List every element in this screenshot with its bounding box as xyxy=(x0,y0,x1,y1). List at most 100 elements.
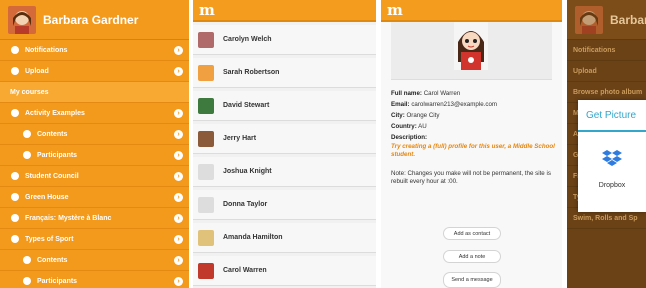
app-bar: m xyxy=(381,0,562,22)
participant-avatar xyxy=(198,163,214,180)
cloud-icon xyxy=(22,255,32,265)
city-line: City: Orange City xyxy=(391,112,556,119)
drawer-item[interactable]: Activity Examples › xyxy=(0,103,189,124)
email-line: Email: carolwarren213@example.com xyxy=(391,101,556,108)
add-contact-button[interactable]: Add as contact xyxy=(443,227,501,240)
drawer-item[interactable]: Upload › xyxy=(0,61,189,82)
drawer-item[interactable]: Contents › xyxy=(0,250,189,271)
dropbox-option-label[interactable]: Dropbox xyxy=(578,182,646,189)
city-label: City: xyxy=(391,112,405,119)
course-badge-icon xyxy=(10,213,20,223)
app-bar: m xyxy=(193,0,376,22)
participant-row[interactable]: Sarah Robertson xyxy=(193,58,376,88)
drawer-item[interactable]: Notifications › xyxy=(0,40,189,61)
drawer-user-name: Barbara Gardner xyxy=(43,12,139,27)
drawer-item-label: Types of Sport xyxy=(25,235,74,243)
user-avatar xyxy=(575,5,603,34)
full-name-value: Carol Warren xyxy=(423,90,461,97)
participant-name: Amanda Hamilton xyxy=(223,234,283,241)
dropbox-icon[interactable] xyxy=(601,148,623,170)
full-name-label: Full name: xyxy=(391,90,422,97)
drawer-header: Barbara Gardner xyxy=(0,0,189,40)
participant-row[interactable]: Donna Taylor xyxy=(193,190,376,220)
participant-row[interactable]: Amanda Hamilton xyxy=(193,223,376,253)
participant-avatar xyxy=(198,97,214,114)
participant-row[interactable]: Carolyn Welch xyxy=(193,25,376,55)
drawer-item-label: My courses xyxy=(10,88,49,96)
participant-row[interactable]: Carol Warren xyxy=(193,256,376,286)
chevron-right-icon: › xyxy=(174,235,183,244)
drawer-user-name: Barbara Gardner xyxy=(610,12,646,27)
drawer-item-label: Green House xyxy=(25,193,69,201)
participant-row[interactable]: David Stewart xyxy=(193,91,376,121)
navigation-drawer: Barbara Gardner Notifications › Upload › My … xyxy=(0,0,189,288)
user-avatar[interactable] xyxy=(8,5,36,34)
drawer-item-label: Notifications xyxy=(573,46,616,54)
participant-row[interactable]: Jerry Hart xyxy=(193,124,376,154)
drawer-item[interactable]: Green House › xyxy=(0,187,189,208)
participants-screen: m Carolyn Welch Sarah Robertson David Stew… xyxy=(193,0,376,288)
profile-picture xyxy=(454,22,488,70)
chevron-right-icon: › xyxy=(174,46,183,55)
drawer-item-label: Participants xyxy=(37,151,78,159)
drawer-item-label: Contents xyxy=(37,256,68,264)
country-value: AU xyxy=(418,123,427,130)
full-name-line: Full name: Carol Warren xyxy=(391,90,556,97)
participant-name: Donna Taylor xyxy=(223,201,268,208)
section-header: My courses xyxy=(0,82,189,103)
drawer-item-label: Student Council xyxy=(25,172,79,180)
chevron-right-icon: › xyxy=(174,193,183,202)
add-note-button[interactable]: Add a note xyxy=(443,250,501,263)
comment-icon xyxy=(10,45,20,55)
course-badge-icon xyxy=(10,108,20,118)
email-value[interactable]: carolwarren213@example.com xyxy=(411,101,497,108)
moodle-logo: m xyxy=(199,1,215,19)
chevron-right-icon: › xyxy=(174,214,183,223)
participant-avatar xyxy=(198,196,214,213)
description-label: Description: xyxy=(391,134,428,141)
drawer-item[interactable]: Types of Sport › xyxy=(0,229,189,250)
description-text: Try creating a (full) profile for this u… xyxy=(391,143,555,158)
city-value: Orange City xyxy=(406,112,440,119)
course-badge-icon xyxy=(10,171,20,181)
course-badge-icon xyxy=(10,192,20,202)
profile-screen: m Full name: Carol Warren Email: carolwa… xyxy=(381,0,562,288)
country-label: Country: xyxy=(391,123,417,130)
chevron-right-icon: › xyxy=(174,67,183,76)
participant-row[interactable]: Joshua Knight xyxy=(193,157,376,187)
participant-avatar xyxy=(198,31,214,48)
send-message-button[interactable]: Send a message xyxy=(443,272,501,288)
cloud-icon xyxy=(22,129,32,139)
participant-avatar xyxy=(198,130,214,147)
participant-name: Carolyn Welch xyxy=(223,36,272,43)
drawer-item[interactable]: Participants › xyxy=(0,271,189,288)
drawer-item-label: Swim, Rolls and Sp xyxy=(573,214,638,222)
drawer-item[interactable]: Participants › xyxy=(0,145,189,166)
drawer-item-label: Notifications xyxy=(25,46,68,54)
drawer-item-label: Participants xyxy=(37,277,78,285)
course-badge-icon xyxy=(10,234,20,244)
chevron-right-icon: › xyxy=(174,151,183,160)
drawer-item-label: Contents xyxy=(37,130,68,138)
participant-avatar xyxy=(198,229,214,246)
participant-name: David Stewart xyxy=(223,102,270,109)
cloud-upload-icon xyxy=(10,66,20,76)
moodle-logo: m xyxy=(387,1,403,19)
participant-name: Sarah Robertson xyxy=(223,69,280,76)
dimmed-drawer-item: Notifications xyxy=(567,40,646,61)
drawer-item-label: Browse photo album xyxy=(573,88,643,96)
chevron-right-icon: › xyxy=(174,172,183,181)
chevron-right-icon: › xyxy=(174,109,183,118)
description-line: Description: xyxy=(391,134,556,141)
drawer-item[interactable]: Student Council › xyxy=(0,166,189,187)
dialog-title: Get Picture xyxy=(578,100,646,132)
chevron-right-icon: › xyxy=(174,130,183,139)
participant-name: Joshua Knight xyxy=(223,168,272,175)
drawer-item[interactable]: Français: Mystère à Blanc › xyxy=(0,208,189,229)
drawer-item[interactable]: Contents › xyxy=(0,124,189,145)
people-icon xyxy=(22,276,32,286)
country-line: Country: AU xyxy=(391,123,556,130)
rebuild-note: Note: Changes you make will not be perma… xyxy=(391,170,551,185)
get-picture-dialog: Get Picture Dropbox xyxy=(578,100,646,212)
participant-avatar xyxy=(198,262,214,279)
